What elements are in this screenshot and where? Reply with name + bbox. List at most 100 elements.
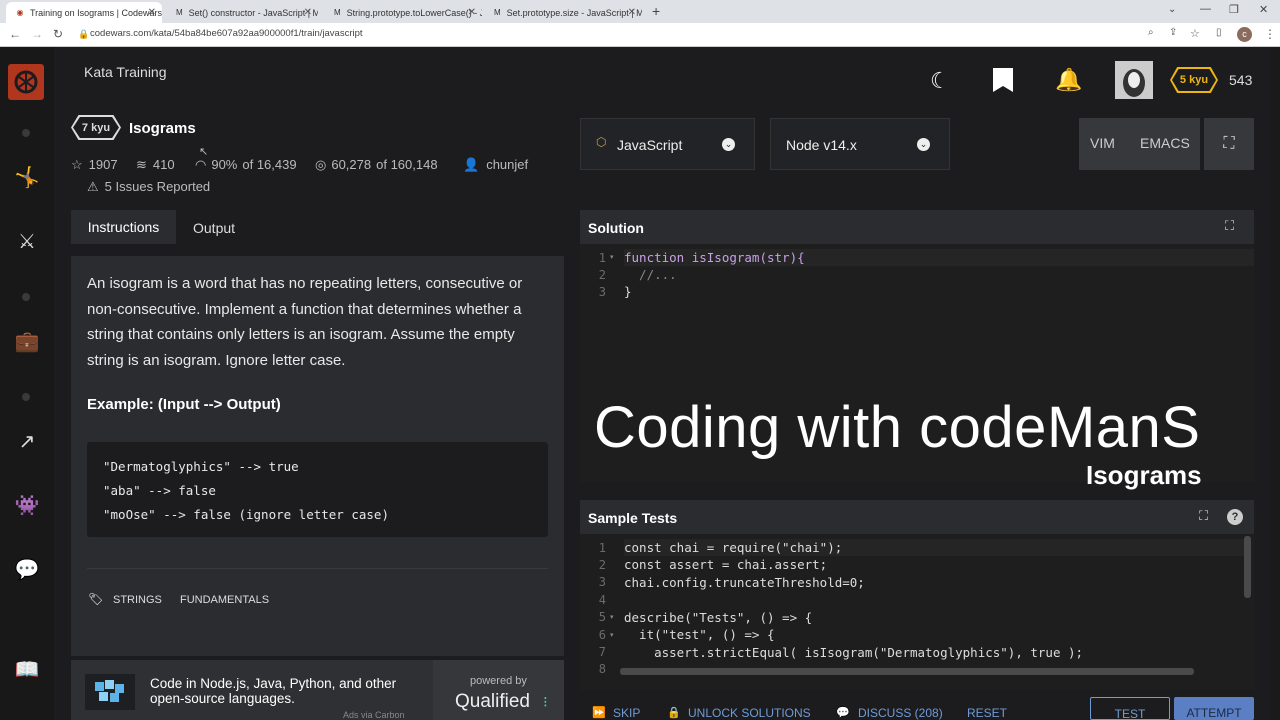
close-tab-icon[interactable]: ✕ xyxy=(304,7,312,18)
target-icon: ◎ xyxy=(315,157,327,172)
discuss-button[interactable]: DISCUSS (208) xyxy=(858,706,943,720)
skip-icon: ⏩ xyxy=(592,707,606,719)
codewars-logo-icon[interactable] xyxy=(8,64,44,100)
ad-text[interactable]: Code in Node.js, Java, Python, and other… xyxy=(150,676,410,706)
restore-icon[interactable]: ❐ xyxy=(1229,3,1239,16)
test-line[interactable]: assert.strictEqual( isIsogram("Dermatogl… xyxy=(624,645,1083,660)
issues-stat[interactable]: ⚠ 5 Issues Reported xyxy=(87,179,210,195)
forward-icon[interactable]: → xyxy=(31,27,43,41)
stars-count: 1907 xyxy=(88,157,118,172)
fullscreen-icon[interactable]: ⛶ xyxy=(1204,118,1254,170)
share-icon[interactable]: ⇪ xyxy=(1169,27,1177,38)
chat-icon[interactable]: 💬 xyxy=(14,557,40,583)
kata-title: Isograms xyxy=(129,120,196,137)
star-icon[interactable]: ☆ xyxy=(71,157,83,173)
test-line[interactable]: describe("Tests", () => { xyxy=(624,610,812,625)
notifications-bell-icon[interactable]: 🔔 xyxy=(1055,67,1082,93)
user-avatar[interactable] xyxy=(1115,61,1153,99)
fold-arrow-icon[interactable]: ▾ xyxy=(610,613,614,621)
mdn-favicon-icon: M xyxy=(176,8,183,17)
discord-icon[interactable]: 👾 xyxy=(14,493,40,519)
language-select[interactable]: ⬡ JavaScript ⌄ xyxy=(580,118,755,170)
test-line[interactable]: it("test", () => { xyxy=(624,627,774,642)
completed-stat: ◎ 60,278 of 160,148 xyxy=(315,157,438,173)
bookmarks-icon[interactable] xyxy=(993,68,1013,92)
solution-line[interactable]: //... xyxy=(624,267,677,282)
user-rank-badge: 5 kyu xyxy=(1170,67,1218,93)
reset-button[interactable]: RESET xyxy=(967,706,1007,720)
tab-output[interactable]: Output xyxy=(193,220,235,236)
url-field[interactable]: codewars.com/kata/54ba84be607a92aa900000… xyxy=(90,28,363,39)
codewars-favicon-icon: ◉ xyxy=(16,8,24,17)
vim-mode-button[interactable]: VIM xyxy=(1090,135,1115,151)
browser-tab-set-constructor[interactable]: M Set() constructor - JavaScript | MDN ✕ xyxy=(166,2,318,23)
zoom-icon[interactable]: ⌕ xyxy=(1148,27,1154,38)
briefcase-icon[interactable]: 💼 xyxy=(14,329,40,355)
test-line[interactable]: const chai = require("chai"); xyxy=(624,540,842,555)
line-number: 8 xyxy=(598,662,606,676)
close-tab-icon[interactable]: ✕ xyxy=(628,7,636,18)
issues-text[interactable]: 5 Issues Reported xyxy=(105,179,211,195)
author-name[interactable]: chunjef xyxy=(486,157,528,173)
tab-search-icon[interactable]: ⌄ xyxy=(1168,4,1176,15)
mdn-favicon-icon: M xyxy=(494,8,501,17)
new-tab-icon[interactable]: + xyxy=(652,3,660,19)
line-number: 1 xyxy=(598,251,606,265)
sidebar-icon[interactable]: ▯ xyxy=(1216,27,1222,38)
dark-mode-moon-icon[interactable]: ☾ xyxy=(930,68,950,94)
bookmark-star-icon[interactable]: ☆ xyxy=(1190,27,1200,40)
line-number: 3 xyxy=(598,285,606,299)
close-tab-icon[interactable]: ✕ xyxy=(468,7,476,18)
practice-icon[interactable]: 🤸 xyxy=(14,165,40,191)
expand-icon[interactable]: ⛶ xyxy=(1225,218,1234,234)
page-scrollbar[interactable] xyxy=(1270,47,1280,720)
tag-fundamentals[interactable]: FUNDAMENTALS xyxy=(180,594,269,606)
kata-rank-badge: 7 kyu xyxy=(71,115,121,140)
training-icon[interactable]: ⚔ xyxy=(14,229,40,255)
unlock-solutions-button[interactable]: UNLOCK SOLUTIONS xyxy=(688,706,811,720)
line-number: 2 xyxy=(598,558,606,572)
close-tab-icon[interactable]: ✕ xyxy=(148,7,156,18)
attempt-button[interactable]: ATTEMPT xyxy=(1174,697,1254,720)
browser-tab-tolowercase[interactable]: M String.prototype.toLowerCase() - JavaS… xyxy=(324,2,482,23)
fold-arrow-icon[interactable]: ▾ xyxy=(610,253,614,261)
back-icon[interactable]: ← xyxy=(9,27,21,41)
solution-line[interactable]: } xyxy=(624,284,632,299)
collections-stat: ≋ 410 xyxy=(136,157,175,173)
leaderboard-trend-icon[interactable]: ↗ xyxy=(14,429,40,455)
user-icon: 👤 xyxy=(463,157,480,172)
close-window-icon[interactable]: ✕ xyxy=(1259,3,1268,16)
menu-kebab-icon[interactable]: ⋮ xyxy=(1264,27,1276,41)
help-icon[interactable]: ? xyxy=(1227,509,1243,525)
address-bar: ← → ↻ 🔒 codewars.com/kata/54ba84be607a92… xyxy=(0,23,1280,47)
carbon-ad[interactable]: Code in Node.js, Java, Python, and other… xyxy=(71,660,564,720)
test-line[interactable]: const assert = chai.assert; xyxy=(624,557,827,572)
fold-arrow-icon[interactable]: ▾ xyxy=(610,631,614,639)
video-overlay-subtitle: Isograms xyxy=(1086,460,1202,490)
line-number: 5 xyxy=(598,610,606,624)
completed-total: of 160,148 xyxy=(376,157,438,172)
tag-strings[interactable]: STRINGS xyxy=(113,594,162,606)
solution-line[interactable]: function isIsogram(str){ xyxy=(624,250,805,265)
runtime-select[interactable]: Node v14.x ⌄ xyxy=(770,118,950,170)
lock-icon: 🔒 xyxy=(78,29,90,39)
description-panel: An isogram is a word that has no repeati… xyxy=(71,256,564,656)
browser-tab-bar: ◉ Training on Isograms | Codewars ✕ M Se… xyxy=(0,0,1280,23)
test-button[interactable]: TEST xyxy=(1090,697,1170,720)
example-line: "Dermatoglyphics" --> true xyxy=(103,459,299,474)
vertical-scrollbar[interactable] xyxy=(1244,536,1251,598)
author-stat[interactable]: 👤 chunjef xyxy=(463,157,528,173)
minimize-icon[interactable]: — xyxy=(1200,3,1211,15)
reload-icon[interactable]: ↻ xyxy=(53,27,63,41)
emacs-mode-button[interactable]: EMACS xyxy=(1140,135,1190,151)
horizontal-scrollbar[interactable] xyxy=(620,668,1194,675)
skip-button[interactable]: SKIP xyxy=(613,706,640,720)
expand-icon[interactable]: ⛶ xyxy=(1199,508,1208,524)
browser-tab-codewars[interactable]: ◉ Training on Isograms | Codewars ✕ xyxy=(6,2,162,23)
collections-count: 410 xyxy=(152,157,175,172)
docs-book-icon[interactable]: 📖 xyxy=(14,657,40,683)
browser-tab-set-size[interactable]: M Set.prototype.size - JavaScript | MDN … xyxy=(484,2,642,23)
profile-avatar[interactable]: c xyxy=(1237,27,1252,42)
tab-instructions[interactable]: Instructions xyxy=(71,210,176,244)
test-line[interactable]: chai.config.truncateThreshold=0; xyxy=(624,575,865,590)
